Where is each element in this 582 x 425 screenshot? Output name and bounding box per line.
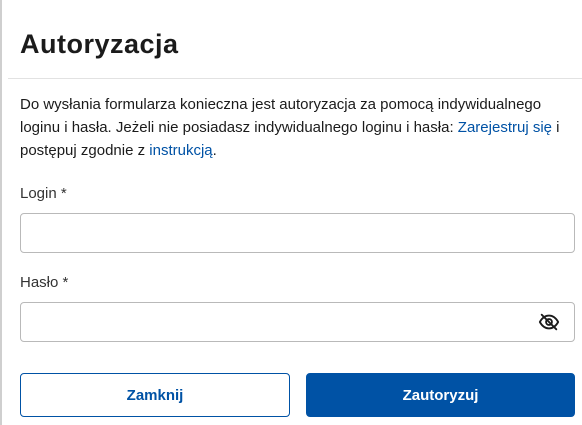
authorize-button[interactable]: Zautoryzuj (306, 373, 575, 417)
login-input[interactable] (20, 213, 575, 253)
dialog-title: Autoryzacja (20, 29, 179, 59)
eye-off-icon[interactable] (536, 309, 562, 335)
login-label: Login * (20, 185, 67, 202)
register-link[interactable]: Zarejestruj się (458, 119, 552, 136)
intro-text-after: . (212, 142, 217, 159)
password-input[interactable] (20, 302, 575, 342)
close-button[interactable]: Zamknij (20, 373, 290, 417)
intro-text: Do wysłania formularza konieczna jest au… (20, 93, 575, 162)
instruction-link[interactable]: instrukcją (149, 142, 212, 159)
title-divider (8, 78, 582, 79)
authorization-dialog: Autoryzacja Do wysłania formularza konie… (0, 0, 582, 425)
password-label: Hasło * (20, 274, 69, 291)
